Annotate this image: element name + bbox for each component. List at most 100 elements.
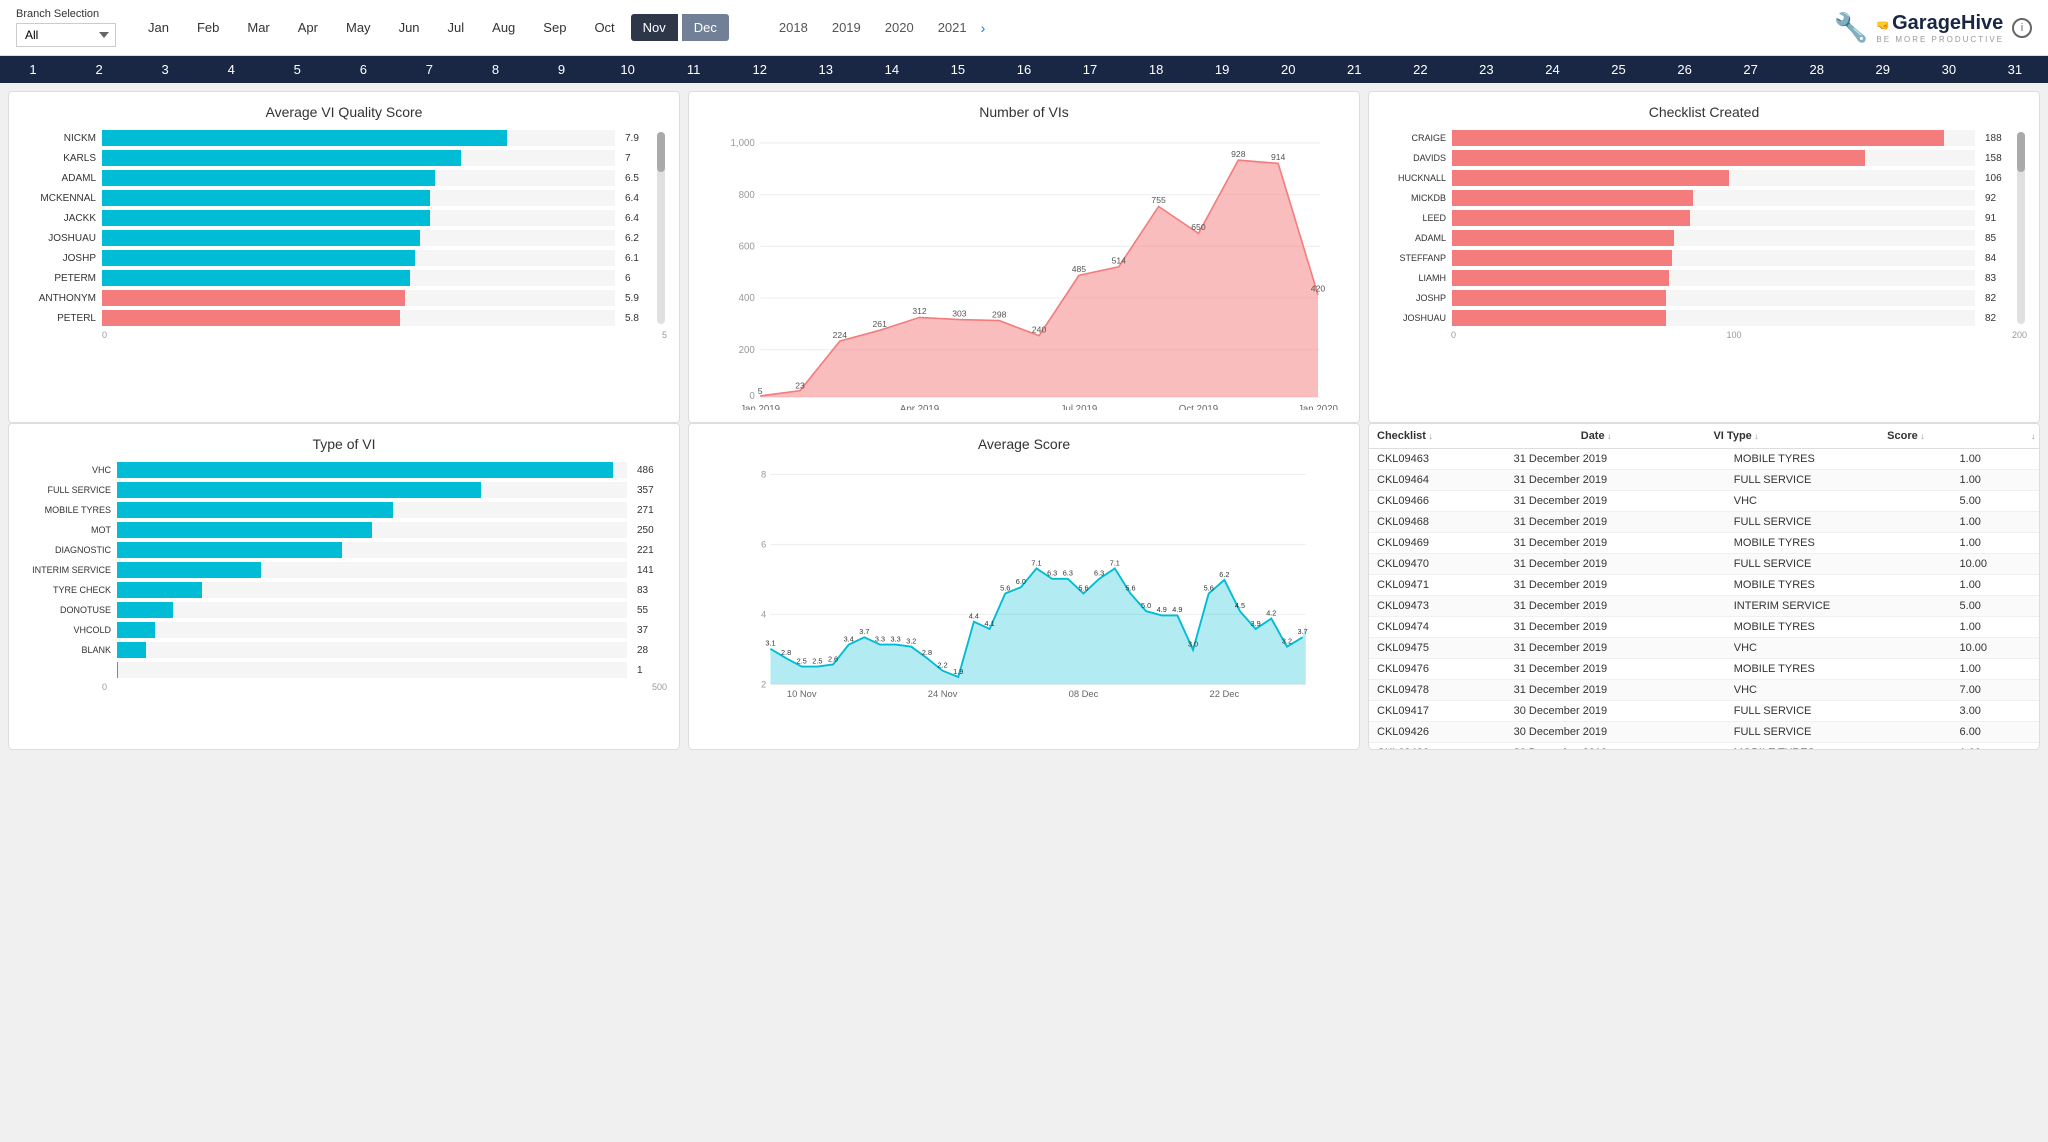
cell-date: 30 December 2019 <box>1506 743 1726 750</box>
date-cell-1[interactable]: 1 <box>0 56 66 83</box>
svg-text:650: 650 <box>1191 222 1206 232</box>
date-cell-3[interactable]: 3 <box>132 56 198 83</box>
date-cell-9[interactable]: 9 <box>529 56 595 83</box>
svg-text:3.9: 3.9 <box>1251 619 1261 628</box>
year-btn-2020[interactable]: 2020 <box>875 14 924 41</box>
month-btn-jul[interactable]: Jul <box>436 14 477 41</box>
table-row[interactable]: CKL09471 31 December 2019 MOBILE TYRES 1… <box>1369 575 2039 596</box>
bar-label: MICKDB <box>1381 193 1446 203</box>
cell-score: 10.00 <box>1952 638 2039 659</box>
month-selector: JanFebMarAprMayJunJulAugSepOctNovDec <box>136 14 729 41</box>
date-cell-10[interactable]: 10 <box>595 56 661 83</box>
date-cell-27[interactable]: 27 <box>1718 56 1784 83</box>
date-cell-13[interactable]: 13 <box>793 56 859 83</box>
checklist-scrollbar[interactable] <box>2017 132 2025 324</box>
date-cell-18[interactable]: 18 <box>1123 56 1189 83</box>
table-row[interactable]: CKL09475 31 December 2019 VHC 10.00 <box>1369 638 2039 659</box>
date-cell-4[interactable]: 4 <box>198 56 264 83</box>
bar-label: INTERIM SERVICE <box>21 565 111 575</box>
month-btn-mar[interactable]: Mar <box>235 14 281 41</box>
table-row[interactable]: CKL09469 31 December 2019 MOBILE TYRES 1… <box>1369 533 2039 554</box>
cell-vi-type: VHC <box>1726 680 1952 701</box>
type-vi-axis: 0 500 <box>21 682 667 692</box>
date-cell-19[interactable]: 19 <box>1189 56 1255 83</box>
date-cell-22[interactable]: 22 <box>1387 56 1453 83</box>
table-row[interactable]: CKL09417 30 December 2019 FULL SERVICE 3… <box>1369 701 2039 722</box>
date-cell-20[interactable]: 20 <box>1255 56 1321 83</box>
date-cell-30[interactable]: 30 <box>1916 56 1982 83</box>
month-btn-jan[interactable]: Jan <box>136 14 181 41</box>
logo-tagline: BE MORE PRODUCTIVE <box>1876 35 2004 44</box>
bar-label: VHC <box>21 465 111 475</box>
month-btn-feb[interactable]: Feb <box>185 14 231 41</box>
cell-vi-type: MOBILE TYRES <box>1726 575 1952 596</box>
month-btn-aug[interactable]: Aug <box>480 14 527 41</box>
info-button[interactable]: i <box>2012 18 2032 38</box>
cell-checklist: CKL09469 <box>1369 533 1506 554</box>
bar-value: 221 <box>637 545 667 556</box>
table-row[interactable]: CKL09430 30 December 2019 MOBILE TYRES 1… <box>1369 743 2039 750</box>
date-cell-28[interactable]: 28 <box>1784 56 1850 83</box>
date-cell-17[interactable]: 17 <box>1057 56 1123 83</box>
date-cell-8[interactable]: 8 <box>462 56 528 83</box>
date-cell-21[interactable]: 21 <box>1321 56 1387 83</box>
date-cell-31[interactable]: 31 <box>1982 56 2048 83</box>
table-row[interactable]: CKL09463 31 December 2019 MOBILE TYRES 1… <box>1369 449 2039 470</box>
date-cell-2[interactable]: 2 <box>66 56 132 83</box>
table-scroll-area[interactable]: CKL09463 31 December 2019 MOBILE TYRES 1… <box>1369 449 2039 749</box>
col-score[interactable]: Score <box>1879 424 2031 449</box>
month-btn-apr[interactable]: Apr <box>286 14 330 41</box>
bar-fill <box>102 290 405 306</box>
month-btn-nov[interactable]: Nov <box>631 14 678 41</box>
bar-container <box>1452 170 1975 186</box>
month-btn-oct[interactable]: Oct <box>582 14 626 41</box>
cell-checklist: CKL09475 <box>1369 638 1506 659</box>
logo-area: 🔧 🤜 GarageHive BE MORE PRODUCTIVE i <box>1834 11 2032 44</box>
year-arrow[interactable]: › <box>981 20 986 36</box>
date-cell-12[interactable]: 12 <box>727 56 793 83</box>
year-btn-2021[interactable]: 2021 <box>928 14 977 41</box>
table-row[interactable]: CKL09470 31 December 2019 FULL SERVICE 1… <box>1369 554 2039 575</box>
bar-container <box>117 502 627 518</box>
col-vi-type[interactable]: VI Type <box>1705 424 1879 449</box>
year-btn-2018[interactable]: 2018 <box>769 14 818 41</box>
bar-fill <box>1452 170 1729 186</box>
table-row[interactable]: CKL09466 31 December 2019 VHC 5.00 <box>1369 491 2039 512</box>
table-row[interactable]: CKL09476 31 December 2019 MOBILE TYRES 1… <box>1369 659 2039 680</box>
date-cell-25[interactable]: 25 <box>1586 56 1652 83</box>
branch-select[interactable]: All <box>16 23 116 47</box>
month-btn-jun[interactable]: Jun <box>387 14 432 41</box>
year-btn-2019[interactable]: 2019 <box>822 14 871 41</box>
table-row[interactable]: CKL09473 31 December 2019 INTERIM SERVIC… <box>1369 596 2039 617</box>
col-checklist[interactable]: Checklist <box>1369 424 1573 449</box>
vi-quality-scrollbar[interactable] <box>657 132 665 324</box>
table-row[interactable]: CKL09426 30 December 2019 FULL SERVICE 6… <box>1369 722 2039 743</box>
date-cell-14[interactable]: 14 <box>859 56 925 83</box>
bar-value: 5.8 <box>625 313 655 324</box>
date-cell-23[interactable]: 23 <box>1453 56 1519 83</box>
date-cell-29[interactable]: 29 <box>1850 56 1916 83</box>
col-date[interactable]: Date <box>1573 424 1706 449</box>
date-cell-26[interactable]: 26 <box>1652 56 1718 83</box>
table-row[interactable]: CKL09468 31 December 2019 FULL SERVICE 1… <box>1369 512 2039 533</box>
cell-score: 1.00 <box>1952 617 2039 638</box>
date-cell-7[interactable]: 7 <box>396 56 462 83</box>
date-cell-24[interactable]: 24 <box>1519 56 1585 83</box>
table-row[interactable]: CKL09464 31 December 2019 FULL SERVICE 1… <box>1369 470 2039 491</box>
avg-score-svg: 8 6 4 2 3.1 2.8 2.5 2.5 2.6 3 <box>701 462 1347 702</box>
month-btn-may[interactable]: May <box>334 14 383 41</box>
bar-label: PETERM <box>21 273 96 284</box>
month-btn-dec[interactable]: Dec <box>682 14 729 41</box>
month-btn-sep[interactable]: Sep <box>531 14 578 41</box>
date-cell-6[interactable]: 6 <box>330 56 396 83</box>
table-row[interactable]: CKL09474 31 December 2019 MOBILE TYRES 1… <box>1369 617 2039 638</box>
table-row[interactable]: CKL09478 31 December 2019 VHC 7.00 <box>1369 680 2039 701</box>
cell-date: 31 December 2019 <box>1506 554 1726 575</box>
bar-container <box>117 462 627 478</box>
date-cell-11[interactable]: 11 <box>661 56 727 83</box>
date-cell-15[interactable]: 15 <box>925 56 991 83</box>
logo-icon: 🔧 <box>1834 11 1869 44</box>
date-cell-5[interactable]: 5 <box>264 56 330 83</box>
date-cell-16[interactable]: 16 <box>991 56 1057 83</box>
cell-checklist: CKL09470 <box>1369 554 1506 575</box>
